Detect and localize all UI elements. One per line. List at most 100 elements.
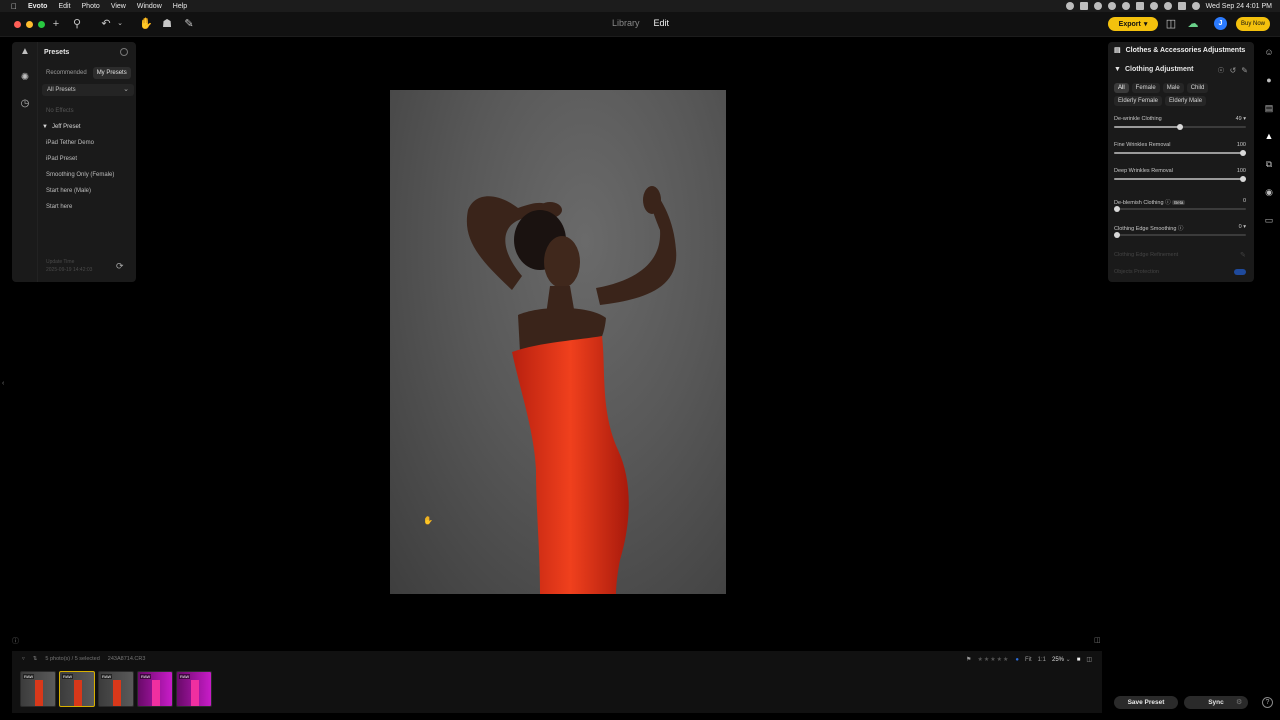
search-icon[interactable] [1163, 2, 1172, 10]
slider-clothing-edge-smoothing[interactable]: Clothing Edge Smoothing ⓘ 0 ▾ [1114, 224, 1246, 244]
flag-icon[interactable]: ⚑ [966, 656, 971, 663]
slider-track[interactable] [1114, 150, 1246, 156]
save-preset-button[interactable]: Save Preset [1114, 696, 1178, 709]
stamp-tool-icon[interactable]: ☗ [161, 18, 173, 30]
chip-child[interactable]: Child [1186, 83, 1209, 93]
rating-stars[interactable]: ★★★★★ [977, 656, 1009, 663]
panel-toggle-icon[interactable]: ◫ [1094, 636, 1101, 644]
slider-track[interactable] [1114, 232, 1246, 238]
export-button[interactable]: Export ▾ [1108, 17, 1158, 31]
chip-elderly-male[interactable]: Elderly Male [1165, 96, 1207, 106]
chip-elderly-female[interactable]: Elderly Female [1114, 96, 1163, 106]
clothing-icon[interactable]: ▲ [1264, 131, 1274, 141]
hand-tool-icon[interactable]: ✋ [139, 18, 153, 30]
avatar[interactable]: J [1214, 17, 1227, 30]
tab-my-presets[interactable]: My Presets [92, 67, 131, 79]
minimize-window-button[interactable] [26, 21, 33, 28]
preset-item[interactable]: iPad Tether Demo [42, 135, 134, 151]
help-icon[interactable]: ? [1262, 697, 1273, 708]
menubar-datetime[interactable]: Wed Sep 24 4:01 PM [1206, 3, 1272, 10]
presets-icon[interactable]: ▲ [19, 46, 31, 58]
buy-now-button[interactable]: Buy Now [1236, 17, 1270, 31]
history-icon[interactable]: ◷ [19, 98, 31, 110]
section-header[interactable]: ▼ Clothing Adjustment [1114, 66, 1194, 73]
slider-knob[interactable] [1240, 176, 1246, 182]
status-drop-icon[interactable] [1093, 2, 1102, 10]
preset-item[interactable]: iPad Preset [42, 151, 134, 167]
menu-view[interactable]: View [111, 3, 126, 10]
preset-item[interactable]: Start here [42, 199, 134, 215]
status-bluetooth-icon[interactable] [1121, 2, 1130, 10]
one-to-one-button[interactable]: 1:1 [1038, 657, 1046, 663]
thumbnail[interactable]: RAW [20, 671, 56, 707]
close-window-button[interactable] [14, 21, 21, 28]
fit-button[interactable]: Fit [1025, 657, 1032, 663]
crop-icon[interactable]: ⧉ [1264, 159, 1274, 169]
chip-male[interactable]: Male [1162, 83, 1184, 93]
preset-item[interactable]: Smoothing Only (Female) [42, 167, 134, 183]
slider-value[interactable]: 100 [1237, 142, 1246, 148]
control-center-icon[interactable] [1177, 2, 1186, 10]
slider-track[interactable] [1114, 206, 1246, 212]
tab-edit[interactable]: Edit [654, 18, 670, 28]
menu-help[interactable]: Help [173, 3, 187, 10]
compare-icon[interactable]: ◫ [1165, 18, 1177, 30]
info-icon[interactable]: ⓘ [1178, 226, 1184, 232]
slider-track[interactable] [1114, 176, 1246, 182]
search-icon[interactable]: ⚲ [71, 18, 83, 30]
slider-value[interactable]: 100 [1237, 168, 1246, 174]
apple-icon[interactable]:  [8, 2, 20, 11]
preset-item[interactable]: Start here (Male) [42, 183, 134, 199]
background-icon[interactable]: ▤ [1264, 103, 1274, 113]
single-view-icon[interactable]: ■ [1077, 657, 1081, 663]
preset-filter-select[interactable]: All Presets ⌄ [42, 84, 134, 96]
refresh-icon[interactable]: ⟳ [116, 261, 124, 272]
objects-protection-toggle[interactable] [1234, 269, 1246, 275]
menu-photo[interactable]: Photo [82, 3, 100, 10]
sort-icon[interactable]: ⇅ [33, 656, 38, 662]
preset-no-effects[interactable]: No Effects [42, 103, 134, 119]
slider-knob[interactable] [1114, 232, 1120, 238]
color-label-icon[interactable]: ● [1015, 657, 1019, 663]
chip-all[interactable]: All [1114, 83, 1129, 93]
slider-deblemish-clothing[interactable]: De-blemish Clothing ⓘ Beta 0 [1114, 198, 1246, 218]
chip-female[interactable]: Female [1131, 83, 1160, 93]
slider-knob[interactable] [1177, 124, 1183, 130]
status-record-icon[interactable] [1065, 2, 1074, 10]
menu-window[interactable]: Window [137, 3, 162, 10]
thumbnail[interactable]: RAW [59, 671, 95, 707]
info-icon[interactable]: ⓘ [1165, 200, 1171, 206]
status-eye-icon[interactable] [1107, 2, 1116, 10]
undo-icon[interactable]: ↶ [100, 18, 112, 30]
thumbnail[interactable]: RAW [176, 671, 212, 707]
undo-history-chevron-icon[interactable]: ⌄ [114, 18, 126, 30]
collapse-left-icon[interactable]: ‹ [2, 380, 4, 387]
slider-knob[interactable] [1240, 150, 1246, 156]
siri-icon[interactable] [1191, 2, 1200, 10]
body-icon[interactable]: ● [1264, 75, 1274, 85]
folder-icon[interactable]: ▭ [1264, 215, 1274, 225]
camera-icon[interactable]: ◉ [1264, 187, 1274, 197]
slider-deep-wrinkles[interactable]: Deep Wrinkles Removal 100 [1114, 168, 1246, 188]
filter-icon[interactable]: ▿ [22, 656, 25, 662]
info-icon[interactable]: ⓘ [12, 636, 19, 646]
settings-icon[interactable] [120, 48, 128, 56]
zoom-window-button[interactable] [38, 21, 45, 28]
adjustments-icon[interactable]: ✺ [19, 72, 31, 84]
menu-app-name[interactable]: Evoto [28, 3, 47, 10]
slider-track[interactable] [1114, 124, 1246, 130]
tab-recommended[interactable]: Recommended [42, 67, 91, 79]
visibility-icon[interactable]: ☉ [1217, 66, 1224, 75]
slider-value[interactable]: 49 ▾ [1236, 116, 1246, 122]
slider-value[interactable]: 0 [1243, 198, 1246, 204]
battery-icon[interactable] [1135, 2, 1144, 10]
sync-settings-icon[interactable]: ⚙ [1236, 698, 1242, 706]
edit-icon[interactable]: ✎ [1241, 66, 1248, 75]
add-icon[interactable]: + [50, 18, 62, 30]
slider-knob[interactable] [1114, 206, 1120, 212]
face-retouch-icon[interactable]: ☺ [1264, 47, 1274, 57]
thumbnail[interactable]: RAW [98, 671, 134, 707]
status-extension-icon[interactable] [1079, 2, 1088, 10]
slider-fine-wrinkles[interactable]: Fine Wrinkles Removal 100 [1114, 142, 1246, 162]
photo-canvas[interactable] [390, 90, 726, 594]
